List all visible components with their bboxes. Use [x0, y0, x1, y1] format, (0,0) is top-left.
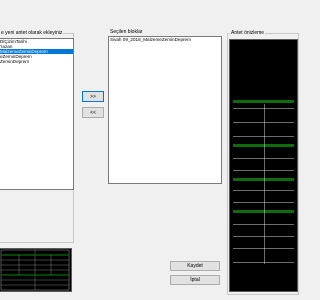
available-blocks-title: e yeni antet olarak ekleyiniz: [0, 30, 64, 36]
selected-blocks-list[interactable]: Sivah 09_2018_MalzemeZeminDeprem: [108, 36, 222, 184]
preview-title: Antet önizleme: [230, 30, 266, 36]
preview-canvas: [229, 39, 298, 292]
list-item[interactable]: ZeminDeprem: [0, 59, 73, 64]
save-button[interactable]: Kaydet: [170, 261, 220, 271]
thumbnail-drawing: [0, 249, 70, 291]
preview-column-divider: [264, 104, 265, 264]
preview-header-bar: [233, 100, 294, 103]
list-item[interactable]: Sivah 09_2018_MalzemeZeminDeprem: [109, 37, 221, 42]
remove-block-button[interactable]: <<: [82, 107, 104, 118]
left-preview-thumbnail: [0, 248, 72, 292]
selected-blocks-title: Seçilen bloklar: [109, 29, 144, 35]
add-block-button[interactable]: >>: [82, 91, 104, 102]
available-blocks-list[interactable]: DlÇizimTarihi'razan MalzemeZeminDeprem eZe…: [0, 38, 74, 190]
cancel-button[interactable]: İptal: [170, 275, 220, 285]
